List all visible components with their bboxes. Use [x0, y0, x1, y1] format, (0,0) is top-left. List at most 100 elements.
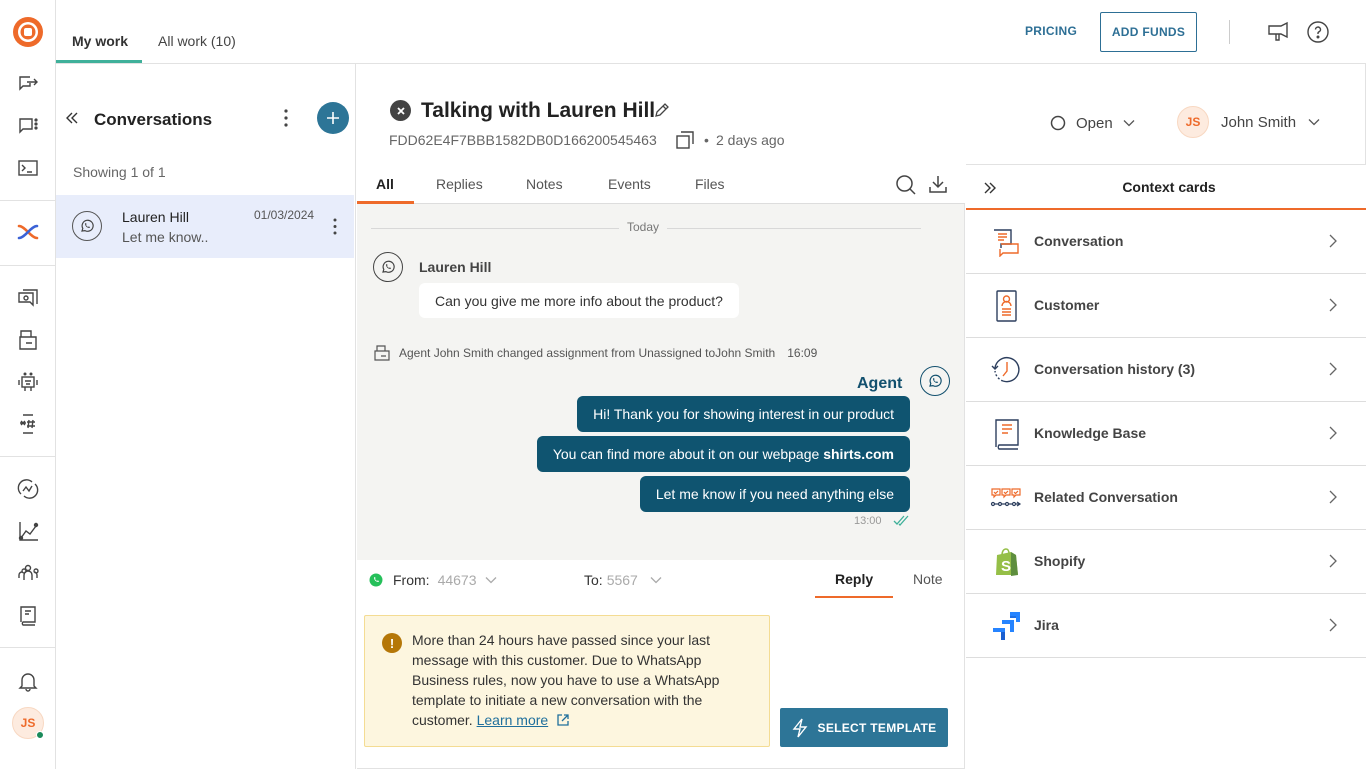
from-label: From: — [393, 572, 430, 588]
bots-icon[interactable] — [16, 370, 40, 394]
jira-icon — [990, 610, 1022, 642]
integrations-icon[interactable] — [16, 220, 40, 244]
outbound-icon[interactable] — [16, 72, 40, 96]
download-icon[interactable] — [928, 174, 948, 194]
outgoing-message: Hi! Thank you for showing interest in ou… — [577, 396, 910, 432]
related-conversation-icon — [990, 482, 1022, 514]
analytics-icon[interactable] — [16, 519, 40, 543]
outgoing-message: Let me know if you need anything else — [639, 476, 910, 512]
from-selector[interactable]: From: 44673 — [369, 572, 497, 588]
to-label: To: — [584, 572, 603, 588]
user-avatar[interactable]: JS — [12, 707, 44, 739]
tab-notes[interactable]: Notes — [526, 176, 563, 192]
date-divider: Today — [627, 220, 660, 234]
agent-label: Agent — [857, 375, 903, 392]
context-card-conversation[interactable]: Conversation — [966, 210, 1366, 274]
tab-my-work[interactable]: My work — [72, 33, 128, 49]
automation-icon[interactable] — [16, 477, 40, 501]
chat-tabs: All Replies Notes Events Files — [357, 164, 965, 204]
context-cards-header: Context cards — [966, 165, 1366, 210]
context-card-conversation-history[interactable]: Conversation history (3) — [966, 338, 1366, 402]
hashtag-icon[interactable] — [16, 412, 40, 436]
status-dropdown[interactable]: Open — [1050, 113, 1135, 133]
logo-icon[interactable] — [12, 16, 44, 48]
pricing-link[interactable]: PRICING — [1025, 24, 1077, 38]
top-bar: My work All work (10) PRICING ADD FUNDS — [56, 0, 1366, 64]
online-status-dot — [36, 731, 44, 739]
reply-tab-indicator — [815, 596, 893, 598]
tab-events[interactable]: Events — [608, 176, 651, 192]
announcements-icon[interactable] — [1266, 20, 1290, 44]
divider — [1229, 20, 1230, 44]
reply-tab[interactable]: Reply — [835, 571, 873, 587]
context-card-shopify[interactable]: S Shopify — [966, 530, 1366, 594]
tab-replies[interactable]: Replies — [436, 176, 483, 192]
help-icon[interactable] — [1306, 20, 1330, 44]
conversations-icon[interactable] — [16, 114, 40, 138]
chevron-down-icon — [1308, 119, 1320, 126]
lightning-icon — [792, 718, 807, 737]
chevron-down-icon — [650, 577, 662, 584]
status-value: Open — [1076, 114, 1113, 132]
inbox-icon[interactable] — [16, 286, 40, 310]
status-open-icon — [1050, 115, 1066, 131]
new-conversation-button[interactable] — [317, 102, 349, 134]
conversation-list-item[interactable]: Lauren Hill Let me know.. 01/03/2024 — [56, 195, 354, 258]
chevron-right-icon — [1329, 554, 1337, 568]
contacts-icon[interactable] — [16, 561, 40, 585]
conversation-main: Talking with Lauren Hill FDD62E4F7BBB158… — [357, 64, 1366, 769]
note-tab[interactable]: Note — [913, 571, 943, 587]
conversations-more-icon[interactable] — [278, 108, 294, 128]
whatsapp-24h-warning: ! More than 24 hours have passed since y… — [364, 615, 770, 747]
conversations-panel: Conversations Showing 1 of 1 Lauren Hill… — [56, 64, 356, 769]
knowledge-base-icon — [990, 418, 1022, 450]
history-icon — [990, 354, 1022, 386]
whatsapp-icon — [72, 211, 102, 241]
tab-all-work[interactable]: All work (10) — [158, 33, 236, 49]
message-time: 13:00 — [854, 515, 882, 527]
tickets-icon[interactable] — [16, 328, 40, 352]
context-card-related-conversation[interactable]: Related Conversation — [966, 466, 1366, 530]
incoming-message: Can you give me more info about the prod… — [419, 283, 739, 318]
docs-icon[interactable] — [16, 603, 40, 627]
conversation-date: 01/03/2024 — [254, 208, 315, 222]
copy-id-icon[interactable] — [675, 130, 695, 150]
assignee-name: John Smith — [1221, 113, 1297, 131]
learn-more-link[interactable]: Learn more — [477, 712, 549, 728]
active-tab-indicator — [56, 60, 142, 63]
warning-text: More than 24 hours have passed since you… — [412, 632, 720, 728]
chevron-right-icon — [1329, 426, 1337, 440]
event-entry: Agent John Smith changed assignment from… — [373, 344, 817, 362]
context-card-jira[interactable]: Jira — [966, 594, 1366, 658]
composer: From: 44673 To: 5567 Reply Note ! More t… — [357, 560, 965, 769]
terminal-icon[interactable] — [16, 156, 40, 180]
to-selector[interactable]: To: 5567 — [584, 572, 662, 588]
webpage-link[interactable]: shirts.com — [823, 446, 894, 462]
context-card-knowledge-base[interactable]: Knowledge Base — [966, 402, 1366, 466]
conversation-title: Talking with Lauren Hill — [421, 99, 656, 122]
context-card-customer[interactable]: Customer — [966, 274, 1366, 338]
tab-files[interactable]: Files — [695, 176, 725, 192]
edit-title-icon[interactable] — [653, 101, 671, 119]
whatsapp-icon — [373, 252, 403, 282]
add-funds-button[interactable]: ADD FUNDS — [1100, 12, 1197, 52]
chevron-down-icon — [1123, 120, 1135, 127]
chevron-down-icon — [485, 577, 496, 584]
close-conversation-icon[interactable] — [390, 100, 411, 121]
notifications-icon[interactable] — [16, 669, 40, 693]
warning-icon: ! — [382, 633, 402, 653]
tab-all[interactable]: All — [376, 176, 394, 192]
chevron-right-icon — [1329, 234, 1337, 248]
chevron-right-icon — [1329, 298, 1337, 312]
context-cards-title: Context cards — [1122, 179, 1216, 195]
chevron-right-icon — [1329, 490, 1337, 504]
search-icon[interactable] — [895, 174, 917, 196]
item-more-icon[interactable] — [327, 217, 343, 237]
event-text: Agent John Smith changed assignment from… — [399, 346, 776, 360]
assignee-dropdown[interactable]: JS John Smith — [1177, 106, 1320, 138]
customer-icon — [990, 290, 1022, 322]
collapse-panel-icon[interactable] — [64, 110, 80, 126]
select-template-button[interactable]: SELECT TEMPLATE — [780, 708, 948, 747]
read-receipt-icon — [893, 515, 911, 527]
showing-count: Showing 1 of 1 — [73, 164, 166, 180]
